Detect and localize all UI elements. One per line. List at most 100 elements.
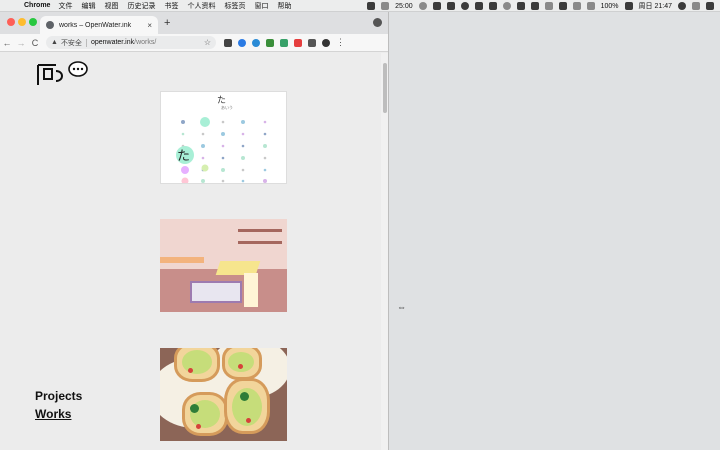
- wifi-icon[interactable]: [572, 2, 581, 10]
- room-counter: [160, 257, 204, 263]
- timer-text[interactable]: 25:00: [395, 3, 413, 10]
- extension-circle-icon[interactable]: [252, 38, 260, 47]
- flag-icon[interactable]: [692, 2, 700, 10]
- bookmark-star-icon[interactable]: ☆: [204, 38, 211, 47]
- cloud-icon[interactable]: [460, 2, 469, 10]
- grid-dot: [221, 132, 225, 136]
- sound-icon[interactable]: [558, 2, 567, 10]
- menu-item-history[interactable]: 历史记录: [127, 1, 155, 11]
- desktop-background: [390, 12, 720, 450]
- grid-dot: [181, 120, 185, 124]
- menu-app-name[interactable]: Chrome: [24, 2, 50, 9]
- grid-dot: [201, 179, 205, 183]
- window-close-button[interactable]: [7, 18, 15, 26]
- url-host: openwater.ink: [90, 39, 135, 46]
- artwork-caption: あいう: [221, 105, 233, 110]
- avocado-spread-2: [228, 352, 254, 372]
- tab-close-icon[interactable]: ×: [147, 21, 152, 30]
- tab-strip: works – OpenWater.ink × +: [0, 12, 388, 34]
- window-maximize-button[interactable]: [29, 18, 37, 26]
- menu-item-window[interactable]: 窗口: [254, 1, 268, 11]
- profile-icon[interactable]: [373, 18, 382, 27]
- folder-icon[interactable]: [474, 2, 483, 10]
- avatar[interactable]: [322, 38, 330, 47]
- grid-dot: [221, 179, 225, 183]
- rocket-icon[interactable]: [488, 2, 497, 10]
- window-minimize-button[interactable]: [18, 18, 26, 26]
- menu-item-view[interactable]: 视图: [104, 1, 118, 11]
- back-button[interactable]: ←: [0, 38, 14, 48]
- grid-dot: [221, 168, 225, 172]
- grid-dot: [201, 156, 205, 160]
- grid-dot: [221, 120, 225, 124]
- avocado-spread-1: [182, 350, 212, 374]
- browser-window: works – OpenWater.ink × + ← → C ▲ 不安全 op…: [0, 12, 389, 450]
- grid-dot: [241, 168, 245, 172]
- menu-item-tabs[interactable]: 标签页: [224, 1, 245, 11]
- reload-button[interactable]: C: [28, 38, 42, 48]
- wordpress-icon[interactable]: [367, 2, 376, 10]
- grid-dot: [181, 132, 185, 136]
- room-cabinet: [244, 273, 258, 307]
- menu-item-help[interactable]: 帮助: [277, 1, 291, 11]
- grid-dot: [241, 120, 245, 124]
- bluetooth-icon[interactable]: [586, 2, 595, 10]
- siri-icon[interactable]: [678, 2, 686, 10]
- scrollbar-thumb[interactable]: [383, 63, 387, 113]
- grid-dot: [221, 144, 225, 148]
- page-scrollbar[interactable]: [381, 53, 388, 450]
- grid-icon[interactable]: [544, 2, 553, 10]
- tab-works[interactable]: works – OpenWater.ink ×: [40, 16, 158, 34]
- artwork-pink-room[interactable]: [160, 219, 287, 312]
- menu-item-file[interactable]: 文件: [58, 1, 72, 11]
- nav-link-works[interactable]: Works: [35, 405, 82, 423]
- room-bed: [190, 281, 242, 303]
- grid-dot: [241, 144, 245, 148]
- side-navigation: Projects Works: [35, 387, 82, 423]
- artwork-avocado-toast[interactable]: [160, 348, 287, 441]
- camera-icon[interactable]: [516, 2, 525, 10]
- grid-dot: [241, 156, 245, 160]
- battery-icon[interactable]: [624, 2, 633, 10]
- code-icon[interactable]: [432, 2, 441, 10]
- url-path: /works/: [134, 39, 157, 46]
- chrome-menu-icon[interactable]: ⋮: [336, 37, 345, 48]
- grid-dot: [263, 168, 267, 172]
- extension-color-icon[interactable]: [294, 38, 302, 47]
- herb-dot: [240, 392, 249, 401]
- extension-blue-icon[interactable]: [238, 38, 246, 47]
- address-bar[interactable]: ▲ 不安全 openwater.ink /works/ ☆: [46, 36, 216, 49]
- tomato-dot: [246, 418, 251, 423]
- clock-text[interactable]: 周日 21:47: [639, 1, 672, 11]
- control-center-icon[interactable]: [706, 2, 714, 10]
- nav-link-projects[interactable]: Projects: [35, 387, 82, 405]
- tomato-dot: [238, 364, 243, 369]
- menu-item-profile[interactable]: 个人资料: [187, 1, 215, 11]
- menu-item-edit[interactable]: 编辑: [81, 1, 95, 11]
- reader-mode-icon[interactable]: [224, 38, 232, 47]
- grid-dot: [263, 179, 267, 183]
- artwork-hiragana-grid[interactable]: た あいう た: [160, 91, 287, 184]
- extension-wand-icon[interactable]: [280, 38, 288, 47]
- grid-dot: [201, 144, 205, 148]
- menu-item-bookmarks[interactable]: 书签: [164, 1, 178, 11]
- history-icon[interactable]: [502, 2, 511, 10]
- extension-frog-icon[interactable]: [266, 38, 274, 47]
- new-tab-button[interactable]: +: [164, 17, 170, 29]
- warning-icon: ▲: [51, 39, 58, 46]
- forward-button[interactable]: →: [14, 38, 28, 48]
- shield-icon[interactable]: [446, 2, 455, 10]
- battery-percent[interactable]: 100%: [601, 3, 619, 10]
- extensions-puzzle-icon[interactable]: [308, 38, 316, 47]
- record-icon[interactable]: [418, 2, 427, 10]
- macos-menu-bar: Chrome 文件 编辑 视图 历史记录 书签 个人资料 标签页 窗口 帮助 2…: [0, 0, 720, 12]
- browser-toolbar: ← → C ▲ 不安全 openwater.ink /works/ ☆ ⋮: [0, 34, 388, 52]
- grid-dot: [221, 156, 225, 160]
- focus-icon[interactable]: [381, 2, 390, 10]
- tab-title: works – OpenWater.ink: [59, 21, 132, 29]
- room-shelf-middle: [238, 241, 282, 244]
- artwork-glyph-large: た: [177, 149, 191, 164]
- grid-dot: [263, 120, 267, 124]
- openwater-logo[interactable]: [34, 59, 90, 89]
- card-icon[interactable]: [530, 2, 539, 10]
